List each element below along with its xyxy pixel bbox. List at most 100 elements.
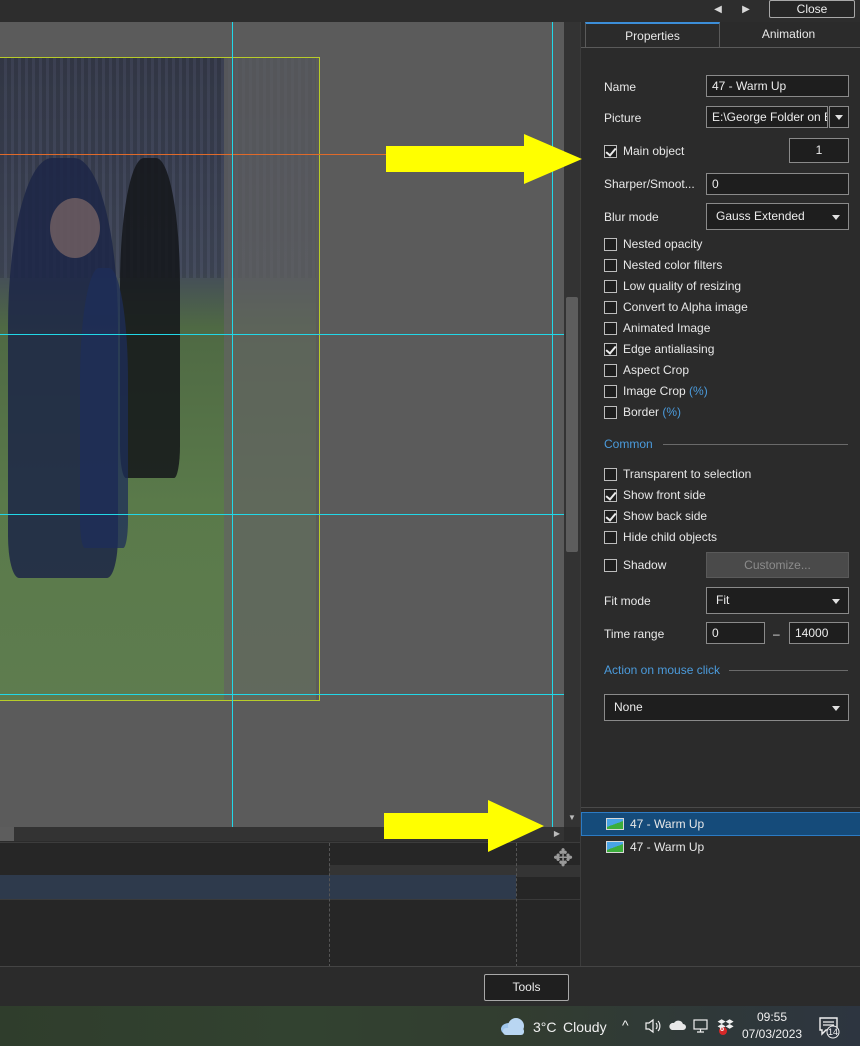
shadow-label: Shadow <box>623 558 667 572</box>
edge-antialiasing-checkbox[interactable] <box>604 343 617 356</box>
chevron-down-icon <box>832 599 840 604</box>
blur-mode-select[interactable]: Gauss Extended <box>706 203 849 230</box>
weather-condition[interactable]: Cloudy <box>563 1019 607 1035</box>
nested-color-filters-checkbox[interactable] <box>604 259 617 272</box>
close-button[interactable]: Close <box>769 0 855 18</box>
common-section-line <box>663 444 848 445</box>
show-back-side-label: Show back side <box>623 509 708 523</box>
image-crop-checkbox[interactable] <box>604 385 617 398</box>
nested-opacity-label: Nested opacity <box>623 237 703 251</box>
main-object-field[interactable]: 1 <box>789 138 849 163</box>
aspect-crop-label: Aspect Crop <box>623 363 690 377</box>
timeline-marker[interactable] <box>329 843 330 967</box>
blur-mode-value: Gauss Extended <box>716 209 805 223</box>
scroll-right-icon[interactable]: ▶ <box>550 827 564 841</box>
bottom-bar: Tools <box>0 966 860 1006</box>
next-icon[interactable]: ▶ <box>736 1 756 19</box>
notification-count: 14 <box>827 1027 838 1037</box>
timeline-object-bar[interactable] <box>0 875 516 899</box>
badge-count: 6 <box>719 1024 725 1033</box>
animated-image-checkbox[interactable] <box>604 322 617 335</box>
timeline-divider <box>0 899 580 900</box>
border-label: Border (%) <box>623 405 681 419</box>
yellow-arrow-icon <box>386 134 582 184</box>
nested-opacity-checkbox[interactable] <box>604 238 617 251</box>
image-crop-percent-link[interactable]: (%) <box>689 384 708 398</box>
shadow-checkbox[interactable] <box>604 559 617 572</box>
show-back-side-checkbox[interactable] <box>604 510 617 523</box>
list-item[interactable]: 47 - Warm Up <box>581 812 860 836</box>
windows-taskbar: 3°C Cloudy ^ 6 09:55 07/03/2023 14 <box>0 1006 860 1046</box>
fit-mode-value: Fit <box>716 593 730 607</box>
guide-horizontal-1[interactable] <box>0 334 564 335</box>
picture-browse-button[interactable] <box>829 106 849 128</box>
tab-properties[interactable]: Properties <box>585 22 720 47</box>
edge-antialiasing-label: Edge antialiasing <box>623 342 715 356</box>
picture-path-field[interactable]: E:\George Folder on E\ <box>706 106 828 128</box>
list-item-label: 47 - Warm Up <box>630 817 705 831</box>
convert-alpha-checkbox[interactable] <box>604 301 617 314</box>
guide-vertical-1[interactable] <box>232 22 233 827</box>
hide-child-objects-label: Hide child objects <box>623 530 718 544</box>
blur-mode-label: Blur mode <box>604 210 659 224</box>
picture-label: Picture <box>604 111 642 125</box>
vertical-scroll-thumb[interactable] <box>566 297 578 552</box>
chevron-up-icon[interactable]: ^ <box>622 1017 629 1033</box>
customize-button[interactable]: Customize... <box>706 552 849 578</box>
border-checkbox[interactable] <box>604 406 617 419</box>
time-range-start-field[interactable]: 0 <box>706 622 765 644</box>
mouse-action-value: None <box>614 700 643 714</box>
orange-guide <box>0 154 390 155</box>
properties-panel: Properties Animation Name 47 - Warm Up P… <box>580 22 860 966</box>
tab-divider <box>581 47 860 48</box>
image-crop-label: Image Crop (%) <box>623 384 708 398</box>
show-front-side-checkbox[interactable] <box>604 489 617 502</box>
previous-icon[interactable]: ◀ <box>708 1 728 19</box>
show-front-side-label: Show front side <box>623 488 706 502</box>
network-icon[interactable] <box>692 1018 710 1034</box>
main-object-label: Main object <box>623 144 685 158</box>
guide-horizontal-3[interactable] <box>0 694 564 695</box>
list-item-label: 47 - Warm Up <box>630 840 705 854</box>
border-percent-link[interactable]: (%) <box>662 405 681 419</box>
mouse-action-select[interactable]: None <box>604 694 849 721</box>
time-range-label: Time range <box>604 627 665 641</box>
convert-alpha-label: Convert to Alpha image <box>623 300 748 314</box>
weather-temperature[interactable]: 3°C <box>533 1019 557 1035</box>
action-section-title: Action on mouse click <box>604 663 721 677</box>
animated-image-label: Animated Image <box>623 321 711 335</box>
list-item[interactable]: 47 - Warm Up <box>582 836 860 858</box>
main-object-checkbox[interactable] <box>604 145 617 158</box>
chevron-down-icon <box>832 215 840 220</box>
image-icon <box>606 841 624 853</box>
fit-mode-select[interactable]: Fit <box>706 587 849 614</box>
image-icon <box>606 818 624 830</box>
speaker-icon[interactable] <box>644 1018 662 1034</box>
timeline[interactable]: ✥ <box>0 842 580 967</box>
transparent-selection-checkbox[interactable] <box>604 468 617 481</box>
top-bar: ◀ ▶ Close <box>0 0 860 22</box>
clock-date[interactable]: 07/03/2023 <box>742 1027 802 1041</box>
onedrive-cloud-icon[interactable] <box>668 1019 686 1031</box>
timeline-marker[interactable] <box>516 843 517 967</box>
time-range-end-field[interactable]: 14000 <box>789 622 849 644</box>
clock-time[interactable]: 09:55 <box>742 1010 802 1024</box>
aspect-crop-checkbox[interactable] <box>604 364 617 377</box>
scroll-down-icon[interactable]: ▼ <box>564 812 580 824</box>
move-icon[interactable]: ✥ <box>548 845 578 873</box>
horizontal-scroll-thumb[interactable] <box>0 827 14 841</box>
fit-mode-label: Fit mode <box>604 594 651 608</box>
sharper-field[interactable]: 0 <box>706 173 849 195</box>
low-quality-resizing-checkbox[interactable] <box>604 280 617 293</box>
sharper-label: Sharper/Smoot... <box>604 177 695 191</box>
name-field[interactable]: 47 - Warm Up <box>706 75 849 97</box>
low-quality-resizing-label: Low quality of resizing <box>623 279 742 293</box>
yellow-arrow-icon <box>384 800 544 852</box>
tab-animation[interactable]: Animation <box>721 22 856 47</box>
object-list: 47 - Warm Up 47 - Warm Up <box>581 807 860 966</box>
hide-child-objects-checkbox[interactable] <box>604 531 617 544</box>
tools-button[interactable]: Tools <box>484 974 569 1001</box>
guide-horizontal-2[interactable] <box>0 514 564 515</box>
cloud-icon[interactable] <box>499 1016 527 1036</box>
name-label: Name <box>604 80 637 94</box>
